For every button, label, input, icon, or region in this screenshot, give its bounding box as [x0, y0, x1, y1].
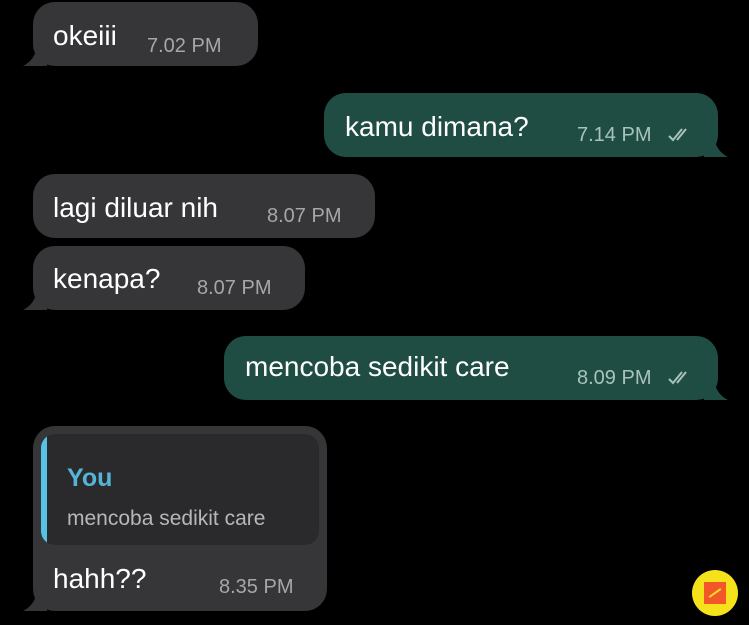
message-time: 8.09 PM	[577, 367, 652, 389]
quote-text: mencoba sedikit care	[67, 507, 266, 530]
message-bubble-incoming[interactable]: okeiii 7.02 PM	[23, 2, 258, 66]
message-text: kamu dimana?	[345, 111, 529, 142]
bubble-tail	[23, 290, 47, 310]
message-bubble-outgoing[interactable]: kamu dimana? 7.14 PM	[324, 93, 728, 157]
bubble-tail	[704, 137, 728, 157]
message-text: kenapa?	[53, 263, 161, 294]
message-text: lagi diluar nih	[53, 192, 218, 223]
message-bubble-outgoing[interactable]: mencoba sedikit care 8.09 PM	[224, 336, 728, 400]
bubble-tail	[23, 46, 47, 66]
message-text: okeiii	[53, 20, 117, 51]
quote-author: You	[67, 464, 113, 492]
read-double-check-icon	[668, 128, 687, 142]
message-time: 8.07 PM	[197, 277, 272, 299]
message-time: 8.35 PM	[219, 576, 294, 598]
message-text: hahh??	[53, 563, 147, 594]
message-time: 7.14 PM	[577, 124, 652, 146]
bubble-tail	[23, 591, 47, 611]
reply-quote[interactable]: You mencoba sedikit care	[41, 434, 319, 545]
read-double-check-icon	[668, 371, 687, 385]
message-bubble-incoming[interactable]: lagi diluar nih 8.07 PM	[33, 174, 375, 238]
bubble-tail	[704, 380, 728, 400]
message-time: 8.07 PM	[267, 205, 342, 227]
message-text: mencoba sedikit care	[245, 351, 510, 382]
app-logo-icon	[692, 570, 738, 616]
quote-accent-bar	[41, 434, 47, 545]
message-bubble-incoming[interactable]: kenapa? 8.07 PM	[23, 246, 305, 310]
message-bubble-incoming-reply[interactable]: You mencoba sedikit care hahh?? 8.35 PM	[23, 426, 327, 611]
message-time: 7.02 PM	[147, 35, 222, 57]
